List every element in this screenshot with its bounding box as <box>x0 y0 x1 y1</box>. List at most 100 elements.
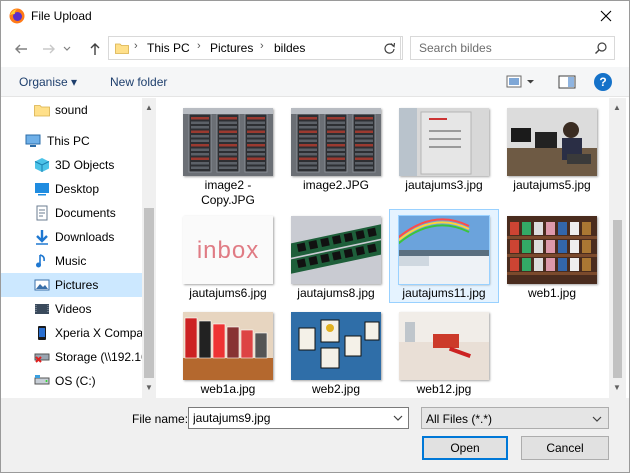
network-drive-icon <box>34 353 50 363</box>
chevron-down-icon[interactable] <box>392 412 404 424</box>
file-name-combobox[interactable] <box>188 407 409 429</box>
file-type-value: All Files (*.*) <box>426 412 493 426</box>
file-item[interactable]: jautajums11.jpg <box>389 209 499 303</box>
dialog-footer: File name: All Files (*.*) Open Cancel <box>1 398 629 472</box>
scroll-up-arrow[interactable]: ▲ <box>145 104 153 112</box>
file-thumbnail <box>183 108 273 176</box>
file-thumbnail <box>183 312 273 380</box>
sidebar-item-storage-192-16[interactable]: Storage (\\192.16 <box>1 345 142 369</box>
sidebar-item-videos[interactable]: Videos <box>1 297 142 321</box>
scroll-down-arrow[interactable]: ▼ <box>145 384 153 392</box>
file-upload-dialog: File Upload › This PC › Pictures › bilde <box>0 0 630 473</box>
refresh-button[interactable] <box>379 36 401 60</box>
sidebar-item-downloads[interactable]: Downloads <box>1 225 142 249</box>
inbox-logo-text: inbox <box>197 237 259 264</box>
file-item[interactable]: image2 - Copy.JPG <box>174 102 282 207</box>
scrollbar-thumb[interactable] <box>144 208 154 378</box>
sidebar-item-label: Documents <box>55 206 116 220</box>
file-name: jautajums3.jpg <box>405 178 483 192</box>
desktop-icon <box>35 183 49 196</box>
file-item[interactable]: web12.jpg <box>390 306 498 398</box>
change-view-button[interactable] <box>506 74 536 90</box>
file-name: image2.JPG <box>302 178 370 192</box>
file-item[interactable]: jautajums8.jpg <box>282 210 390 302</box>
breadcrumb-bildes[interactable]: bildes <box>274 41 305 55</box>
up-arrow-icon <box>90 43 100 55</box>
organise-menu[interactable]: Organise ▾ <box>19 75 77 89</box>
scroll-down-arrow[interactable]: ▼ <box>613 384 621 392</box>
chevron-down-icon <box>592 416 602 422</box>
file-name: web1a.jpg <box>200 382 256 396</box>
close-button[interactable] <box>583 1 629 31</box>
sidebar-item-documents[interactable]: Documents <box>1 201 142 225</box>
folder-icon <box>115 43 129 54</box>
file-item[interactable]: web1a.jpg <box>174 306 282 398</box>
sidebar-item-label: sound <box>55 103 88 117</box>
breadcrumb-pictures[interactable]: Pictures <box>210 41 253 55</box>
file-name: web2.jpg <box>311 382 361 396</box>
file-thumbnail <box>291 108 381 176</box>
sidebar-item-label: Storage (\\192.16 <box>55 350 142 364</box>
navigation-pane: sound This PC 3D Objects Desktop Documents Do… <box>1 98 156 398</box>
navigation-bar: › This PC › Pictures › bildes <box>1 31 629 65</box>
breadcrumb-separator: › <box>134 40 138 52</box>
sidebar-item-desktop[interactable]: Desktop <box>1 177 142 201</box>
file-name-input[interactable] <box>193 411 383 425</box>
address-bar[interactable]: › This PC › Pictures › bildes <box>108 36 477 60</box>
scrollbar-thumb[interactable] <box>613 220 622 378</box>
file-thumbnail <box>399 312 489 380</box>
sidebar-item-sound[interactable]: sound <box>1 98 142 122</box>
breadcrumb-this-pc[interactable]: This PC <box>147 41 190 55</box>
sidebar-item-pictures[interactable]: Pictures <box>1 273 142 297</box>
file-thumbnail <box>507 108 597 176</box>
search-input[interactable] <box>419 41 589 55</box>
close-icon <box>600 10 612 22</box>
view-options-icon <box>506 75 534 88</box>
sidebar-item-label: Xperia X Compa <box>55 326 142 340</box>
window-title: File Upload <box>31 9 92 23</box>
cube-icon <box>34 158 50 172</box>
open-button[interactable]: Open <box>422 436 508 460</box>
sidebar-item-music[interactable]: Music <box>1 249 142 273</box>
sidebar-item-xperia-x-compa[interactable]: Xperia X Compa <box>1 321 142 345</box>
search-icon <box>595 42 607 54</box>
drive-icon <box>34 375 50 385</box>
sidebar-item-os-c[interactable]: OS (C:) <box>1 369 142 393</box>
file-list-scrollbar[interactable]: ▲ ▼ <box>609 98 626 398</box>
file-item[interactable]: image2.JPG <box>282 102 390 206</box>
forward-arrow-icon <box>43 44 55 54</box>
file-name: web12.jpg <box>416 382 472 396</box>
file-item[interactable]: jautajums3.jpg <box>390 102 498 206</box>
file-item[interactable]: inbox jautajums6.jpg <box>174 210 282 302</box>
help-button[interactable]: ? <box>594 73 612 91</box>
preview-pane-button[interactable] <box>558 74 576 90</box>
new-folder-button[interactable]: New folder <box>110 75 167 89</box>
sidebar-item-label: Desktop <box>55 182 100 196</box>
folder-icon <box>34 105 50 117</box>
navigation-pane-scrollbar[interactable]: ▲ ▼ <box>142 98 156 398</box>
file-list: image2 - Copy.JPG image2.JPG jautajums3.jp… <box>161 98 609 398</box>
download-icon <box>36 230 48 245</box>
cancel-button[interactable]: Cancel <box>521 436 609 460</box>
back-button[interactable] <box>11 39 31 59</box>
file-thumbnail <box>399 108 489 176</box>
file-name: jautajums11.jpg <box>402 286 486 300</box>
file-item[interactable]: jautajums5.jpg <box>498 102 606 206</box>
breadcrumb-separator: › <box>197 40 201 52</box>
scroll-up-arrow[interactable]: ▲ <box>613 104 621 112</box>
sidebar-item-3d-objects[interactable]: 3D Objects <box>1 153 142 177</box>
sidebar-item-this-pc[interactable]: This PC <box>1 129 142 153</box>
title-bar: File Upload <box>1 1 629 31</box>
sidebar-item-label: Videos <box>55 302 92 316</box>
firefox-icon <box>9 8 25 24</box>
recent-locations-button[interactable] <box>61 39 73 59</box>
file-item[interactable]: web2.jpg <box>282 306 390 398</box>
file-item[interactable]: web1.jpg <box>498 210 606 302</box>
search-box[interactable] <box>410 36 615 60</box>
forward-button[interactable] <box>39 39 59 59</box>
file-thumbnail <box>398 215 490 285</box>
music-icon <box>36 254 45 268</box>
up-button[interactable] <box>85 39 105 59</box>
file-type-select[interactable]: All Files (*.*) <box>421 407 609 429</box>
file-thumbnail <box>291 312 381 380</box>
